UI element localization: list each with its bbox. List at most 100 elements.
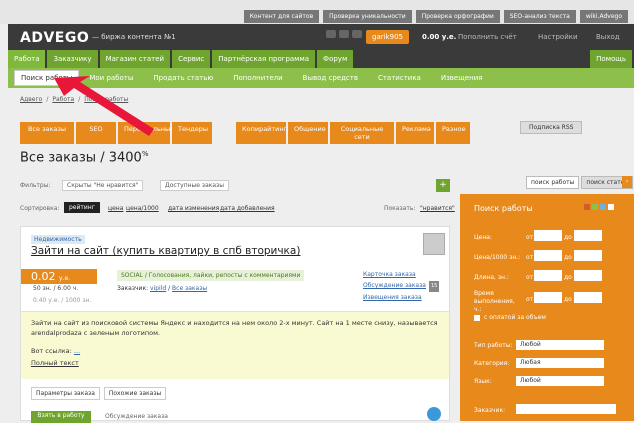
help-button[interactable]: Помощь: [590, 50, 632, 68]
link-line: Вот ссылка: ...: [31, 346, 439, 356]
sort-date-changed[interactable]: дата изменения: [168, 205, 219, 212]
add-filter-button[interactable]: +: [436, 179, 450, 192]
filter-social[interactable]: Социальные сети: [330, 122, 394, 144]
collapse-arrow-icon[interactable]: ›: [622, 176, 632, 188]
language-select[interactable]: Любой: [516, 376, 604, 386]
full-text-link[interactable]: Полный текст: [31, 358, 439, 368]
discussion-label[interactable]: Обсуждение заказа: [363, 282, 426, 289]
toplink-uniqueness[interactable]: Проверка уникальности: [323, 10, 412, 23]
subnav-withdraw[interactable]: Вывод средств: [293, 74, 368, 82]
price-from-input[interactable]: [534, 230, 562, 241]
nav-tab-forum[interactable]: Форум: [317, 50, 354, 68]
price1000-to-label: до: [564, 254, 572, 261]
length-label: Длина, зн.:: [474, 274, 509, 281]
customer-filter-label: Заказчик:: [474, 407, 506, 414]
settings-link[interactable]: Настройки: [538, 33, 578, 41]
message-icon[interactable]: [339, 30, 349, 38]
order-notices-link[interactable]: Извещения заказа: [363, 292, 439, 303]
filter-ads[interactable]: Реклама: [396, 122, 434, 144]
toplink-content[interactable]: Контент для сайтов: [243, 10, 320, 23]
volume-checkbox[interactable]: [474, 314, 480, 321]
price-to-input[interactable]: [574, 230, 602, 241]
customer-link[interactable]: vipild: [150, 285, 166, 292]
color-square-icon[interactable]: [592, 204, 598, 210]
gear-icon[interactable]: [427, 407, 441, 421]
logout-link[interactable]: Выход: [596, 33, 620, 41]
price1000-from-input[interactable]: [534, 250, 562, 261]
nav-tab-work[interactable]: Работа: [8, 50, 46, 68]
type-select[interactable]: Любой: [516, 340, 604, 350]
order-chars: 50 зн. / 6.00 ч.: [33, 285, 79, 292]
breadcrumb-sep: /: [46, 96, 49, 103]
subnav-stats[interactable]: Статистика: [368, 74, 431, 82]
filter-communication[interactable]: Общение: [288, 122, 328, 144]
color-square-icon[interactable]: [600, 204, 606, 210]
order-card: Недвижимость Зайти на сайт (купить кварт…: [20, 226, 450, 423]
toplink-seo[interactable]: SEO-анализ текста: [503, 10, 576, 23]
order-card-link[interactable]: Карточка заказа: [363, 269, 439, 280]
time-to-input[interactable]: [574, 292, 602, 303]
side-tab-work[interactable]: поиск работы: [526, 176, 580, 189]
avatar[interactable]: [423, 233, 445, 255]
color-square-icon[interactable]: [584, 204, 590, 210]
time-from-input[interactable]: [534, 292, 562, 303]
order-tabs: Параметры заказа Похожие заказы: [31, 387, 167, 400]
take-order-button[interactable]: Взять в работу: [31, 411, 91, 423]
time-from-label: от: [526, 296, 534, 303]
tab-similar[interactable]: Похожие заказы: [103, 387, 167, 400]
toplink-wiki[interactable]: wiki.Advego: [579, 10, 628, 23]
logo[interactable]: ADVEGO: [20, 30, 89, 46]
breadcrumb-advego[interactable]: Адвего: [20, 96, 42, 103]
length-to-input[interactable]: [574, 270, 602, 281]
sort-label: Сортировка:: [20, 205, 60, 212]
price-value: 0.02: [31, 270, 56, 283]
sort-price[interactable]: цена: [108, 205, 123, 212]
filter-tenders[interactable]: Тендеры: [172, 122, 212, 144]
side-tabs: поиск работы поиск статей: [526, 176, 634, 189]
link-label: Вот ссылка:: [31, 347, 72, 355]
filter-chip-available[interactable]: Доступные заказы: [160, 180, 229, 191]
link-value[interactable]: ...: [74, 347, 80, 355]
show-select[interactable]: "нравится": [420, 205, 455, 212]
price-to-label: до: [564, 234, 572, 241]
all-orders-link[interactable]: Все заказы: [172, 285, 207, 292]
rss-button[interactable]: Подписка RSS: [520, 121, 583, 134]
customer-filter-input[interactable]: [516, 404, 616, 414]
subnav-fillers[interactable]: Пополнители: [223, 74, 292, 82]
sort-bar: Сортировка: рейтинг цена цена/1000 дата …: [20, 202, 455, 216]
show-label: Показать:: [384, 205, 416, 212]
sort-price1000[interactable]: цена/1000: [126, 205, 159, 212]
tab-params[interactable]: Параметры заказа: [31, 387, 100, 400]
filters-row: Фильтры: Скрыты "Не нравится" Доступные …: [20, 179, 450, 193]
counter-icon[interactable]: [352, 30, 362, 38]
filter-misc[interactable]: Разное: [436, 122, 470, 144]
length-from-input[interactable]: [534, 270, 562, 281]
nav-tab-service[interactable]: Сервис: [172, 50, 211, 68]
color-square-icon[interactable]: [608, 204, 614, 210]
order-title[interactable]: Зайти на сайт (купить квартиру в спб вто…: [31, 245, 300, 257]
price1000-label: Цена/1000 зн.:: [474, 254, 521, 261]
filter-chip-hidden[interactable]: Скрыты "Не нравится": [62, 180, 144, 191]
order-discussion-bottom[interactable]: Обсуждение заказа: [105, 413, 168, 420]
sort-rating[interactable]: рейтинг: [64, 202, 100, 213]
topup-link[interactable]: Пополнить счёт: [458, 33, 517, 41]
nav-tab-shop[interactable]: Магазин статей: [99, 50, 171, 68]
balance: 0.00 у.е.: [422, 33, 457, 41]
volume-checkbox-label: с оплатой за объем: [484, 314, 546, 321]
subnav-sell-article[interactable]: Продать статью: [143, 74, 223, 82]
category-select[interactable]: Любая: [516, 358, 604, 368]
nav-tab-customer[interactable]: Заказчику: [47, 50, 98, 68]
subnav-notices[interactable]: Извещения: [431, 74, 493, 82]
toplink-spelling[interactable]: Проверка орфографии: [415, 10, 500, 23]
customer-line: Заказчик: vipild / Все заказы: [117, 285, 208, 292]
order-discussion-link[interactable]: Обсуждение заказа 15: [363, 280, 440, 292]
price1000-to-input[interactable]: [574, 250, 602, 261]
nav-tab-partner[interactable]: Партнёрская программа: [212, 50, 316, 68]
rss-icon[interactable]: %: [142, 150, 149, 158]
length-to-label: до: [564, 274, 572, 281]
user-button[interactable]: garik905: [366, 30, 409, 44]
sort-date-added[interactable]: дата добавления: [220, 205, 275, 212]
description-text: Зайти на сайт из поисковой системы Яндек…: [31, 319, 438, 337]
filter-copywriting[interactable]: Копирайтинг: [236, 122, 287, 144]
notification-icon[interactable]: [326, 30, 336, 38]
